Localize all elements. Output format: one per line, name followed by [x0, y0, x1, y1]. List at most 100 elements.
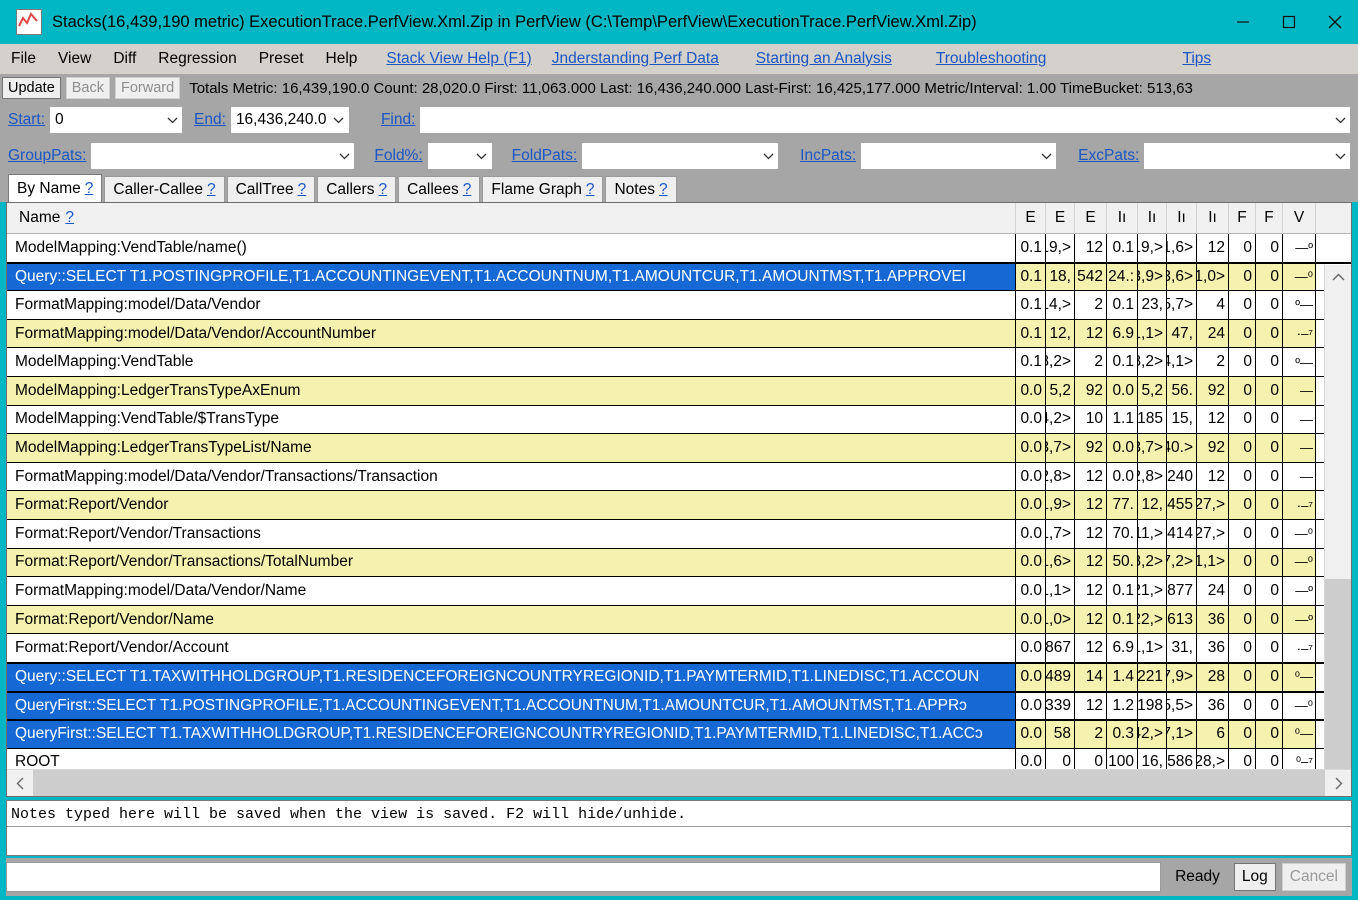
menu-file[interactable]: File — [0, 44, 47, 74]
excpats-combo[interactable] — [1144, 143, 1350, 169]
update-button[interactable]: Update — [2, 77, 61, 99]
back-button[interactable]: Back — [65, 77, 111, 99]
incpats-label[interactable]: IncPats: — [800, 147, 856, 165]
table-row[interactable]: ModelMapping:LedgerTransTypeList/Name 0.0… — [7, 434, 1351, 463]
scroll-right-icon[interactable] — [1325, 770, 1351, 796]
column-header-f2[interactable]: F — [1256, 203, 1283, 233]
table-row[interactable]: Query::SELECT T1.POSTINGPROFILE,T1.ACCOU… — [7, 262, 1351, 292]
close-button[interactable] — [1312, 0, 1358, 44]
cell-i3: 7,9˃ — [1167, 663, 1197, 691]
tab-help-icon[interactable]: ? — [463, 181, 472, 199]
tab-callers[interactable]: Callers? — [317, 176, 397, 202]
table-row[interactable]: ModelMapping:LedgerTransTypeAxEnum 0.0 5,2… — [7, 376, 1351, 406]
h-scroll-track[interactable] — [33, 770, 1325, 796]
tab-help-icon[interactable]: ? — [207, 181, 216, 199]
maximize-button[interactable] — [1266, 0, 1312, 44]
find-label[interactable]: Find: — [381, 111, 415, 129]
table-row[interactable]: FormatMapping:model/Data/Vendor/Name0.01… — [7, 577, 1351, 606]
tab-callees[interactable]: Callees? — [398, 176, 481, 202]
menu-diff[interactable]: Diff — [102, 44, 147, 74]
foldpct-combo[interactable] — [427, 143, 492, 169]
link-tips[interactable]: Tips — [1172, 44, 1221, 74]
end-combo[interactable]: 16,436,240.0 — [230, 107, 349, 133]
table-row[interactable]: ModelMapping:VendTable0.18,2˃20.18,2˃4,1… — [7, 348, 1351, 377]
column-header-f1[interactable]: F — [1229, 203, 1256, 233]
find-combo[interactable] — [420, 107, 1350, 133]
chevron-down-icon — [472, 152, 492, 160]
table-row[interactable]: QueryFirst::SELECT T1.TAXWITHHOLDGROUP,T… — [7, 720, 1351, 749]
cell-e2: 1,6˃ — [1046, 548, 1075, 577]
column-header-i2[interactable]: Iı — [1138, 203, 1167, 233]
cell-e1: 0.0 — [1016, 663, 1046, 691]
link-understanding-perf-data[interactable]: Jnderstanding Perf Data — [542, 44, 732, 74]
menu-preset[interactable]: Preset — [248, 44, 315, 74]
grouppats-label[interactable]: GroupPats: — [8, 147, 86, 165]
column-header-v[interactable]: V — [1283, 203, 1316, 233]
column-help-icon[interactable]: ? — [65, 209, 74, 227]
notes-text[interactable]: Notes typed here will be saved when the … — [7, 801, 1351, 827]
table-row[interactable]: ROOT 0.0 0 0 100 16, 586 28,˃ 0 0 ⁰–⁷ — [7, 748, 1351, 769]
tab-calltree[interactable]: CallTree? — [226, 176, 316, 202]
tab-help-icon[interactable]: ? — [586, 181, 595, 199]
grouppats-combo[interactable] — [91, 143, 355, 169]
forward-button[interactable]: Forward — [115, 77, 181, 99]
log-button[interactable]: Log — [1233, 863, 1276, 891]
end-label[interactable]: End: — [194, 111, 226, 129]
notes-pane[interactable]: Notes typed here will be saved when the … — [6, 800, 1352, 856]
table-row[interactable]: Query::SELECT T1.TAXWITHHOLDGROUP,T1.RES… — [7, 662, 1351, 692]
foldpct-label[interactable]: Fold%: — [374, 147, 422, 165]
cell-i2: 19,˃ — [1138, 234, 1167, 262]
column-header-name[interactable]: Name? — [7, 203, 1016, 233]
table-row[interactable]: FormatMapping:model/Data/Vendor/AccountN… — [7, 319, 1351, 349]
column-header-e1[interactable]: E — [1016, 203, 1046, 233]
cell-v: ⁰— — [1283, 721, 1316, 748]
table-row[interactable]: Format:Report/Vendor/Transactions/TotalN… — [7, 548, 1351, 578]
tab-help-icon[interactable]: ? — [659, 181, 668, 199]
foldpats-label[interactable]: FoldPats: — [512, 147, 577, 165]
vertical-scrollbar[interactable] — [1324, 265, 1351, 769]
cell-e1: 0.0 — [1016, 634, 1046, 662]
table-row[interactable]: QueryFirst::SELECT T1.POSTINGPROFILE,T1.… — [7, 691, 1351, 721]
link-starting-an-analysis[interactable]: Starting an Analysis — [746, 44, 902, 74]
minimize-button[interactable] — [1220, 0, 1266, 44]
table-row[interactable]: FormatMapping:model/Data/Vendor0.114,˃20… — [7, 291, 1351, 320]
scroll-track[interactable] — [1325, 289, 1351, 769]
menu-regression[interactable]: Regression — [147, 44, 247, 74]
table-row[interactable]: ModelMapping:VendTable/name()0.119,˃120.… — [7, 234, 1351, 263]
tab-caller-callee[interactable]: Caller-Callee? — [104, 176, 225, 202]
tab-help-icon[interactable]: ? — [378, 181, 387, 199]
menu-view[interactable]: View — [47, 44, 102, 74]
table-row[interactable]: Format:Report/Vendor/Transactions0.01,7˃… — [7, 519, 1351, 549]
scroll-up-icon[interactable] — [1325, 265, 1351, 289]
table-row[interactable]: Format:Report/Vendor0.01,9˃1277.12,45527… — [7, 491, 1351, 520]
incpats-combo[interactable] — [861, 143, 1057, 169]
tab-help-icon[interactable]: ? — [298, 181, 307, 199]
tab-help-icon[interactable]: ? — [85, 180, 94, 198]
column-header-e2[interactable]: E — [1046, 203, 1075, 233]
tab-flame-graph[interactable]: Flame Graph? — [482, 176, 604, 202]
menu-help[interactable]: Help — [315, 44, 369, 74]
tab-notes[interactable]: Notes? — [605, 176, 677, 202]
excpats-label[interactable]: ExcPats: — [1078, 147, 1139, 165]
cell-name: ModelMapping:LedgerTransTypeList/Name — [7, 434, 1016, 462]
link-troubleshooting[interactable]: Troubleshooting — [926, 44, 1057, 74]
scroll-thumb[interactable] — [1325, 579, 1351, 769]
table-row[interactable]: ModelMapping:VendTable/$TransType0.04,2˃… — [7, 405, 1351, 435]
start-combo[interactable]: 0 — [50, 107, 183, 133]
start-label[interactable]: Start: — [8, 111, 45, 129]
table-row[interactable]: Format:Report/Vendor/Name0.01,0˃120.122,… — [7, 605, 1351, 635]
table-row[interactable]: FormatMapping:model/Data/Vendor/Transact… — [7, 462, 1351, 492]
tab-by-name[interactable]: By Name? — [8, 174, 103, 202]
column-header-i1[interactable]: Iı — [1107, 203, 1138, 233]
scroll-left-icon[interactable] — [7, 770, 33, 796]
column-header-i4[interactable]: Iı — [1197, 203, 1229, 233]
column-header-i3[interactable]: Iı — [1167, 203, 1197, 233]
notes-blank-line[interactable] — [7, 827, 1351, 855]
foldpats-combo[interactable] — [582, 143, 779, 169]
cancel-button[interactable]: Cancel — [1281, 863, 1346, 891]
horizontal-scrollbar[interactable] — [7, 769, 1351, 796]
table-row[interactable]: Format:Report/Vendor/Account0.0867126.91… — [7, 634, 1351, 663]
link-stack-view-help[interactable]: Stack View Help (F1) — [376, 44, 541, 74]
status-input[interactable] — [6, 862, 1162, 892]
column-header-e3[interactable]: E — [1075, 203, 1107, 233]
